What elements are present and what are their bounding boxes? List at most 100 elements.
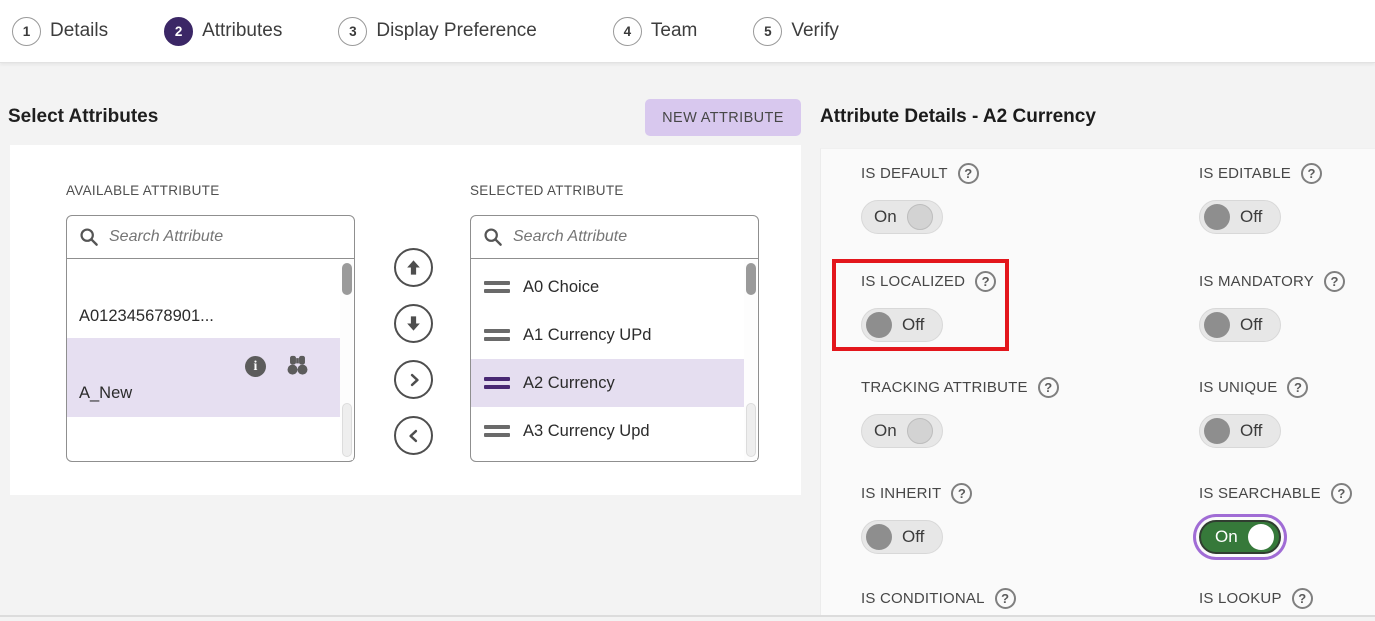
field-label: IS INHERIT bbox=[861, 485, 941, 502]
help-icon[interactable]: ? bbox=[1324, 271, 1345, 292]
field-is-mandatory: IS MANDATORY ? Off bbox=[1199, 271, 1345, 342]
attribute-picker-card: AVAILABLE ATTRIBUTE A012345678901... i bbox=[10, 145, 801, 495]
toggle-knob bbox=[907, 204, 933, 230]
field-label: IS SEARCHABLE bbox=[1199, 485, 1321, 502]
move-up-button[interactable] bbox=[394, 248, 433, 287]
selected-attribute-listbox: A0 Choice A1 Currency UPd A2 Currency A3… bbox=[470, 215, 759, 462]
toggle-is-default[interactable]: On bbox=[861, 200, 943, 234]
step-attributes[interactable]: 2 Attributes bbox=[164, 17, 282, 46]
field-label: IS LOOKUP bbox=[1199, 590, 1282, 607]
scrollbar-thumb[interactable] bbox=[342, 263, 352, 295]
field-label: IS DEFAULT bbox=[861, 165, 948, 182]
list-item[interactable]: A012345678901... bbox=[67, 295, 340, 338]
help-icon[interactable]: ? bbox=[958, 163, 979, 184]
step-label: Attributes bbox=[202, 20, 282, 42]
toggle-knob bbox=[907, 418, 933, 444]
list-item-label: A2 Currency bbox=[523, 374, 615, 393]
arrow-up-icon bbox=[404, 258, 423, 277]
help-icon[interactable]: ? bbox=[1331, 483, 1352, 504]
available-search-input[interactable] bbox=[109, 228, 342, 246]
toggle-state-label: Off bbox=[902, 527, 924, 547]
field-is-unique: IS UNIQUE ? Off bbox=[1199, 377, 1308, 448]
toggle-tracking-attribute[interactable]: On bbox=[861, 414, 943, 448]
info-icon[interactable]: i bbox=[245, 356, 266, 377]
chevron-left-icon bbox=[405, 427, 423, 445]
scrollbar-track[interactable] bbox=[744, 260, 757, 460]
help-icon[interactable]: ? bbox=[995, 588, 1016, 609]
toggle-knob bbox=[1204, 418, 1230, 444]
field-is-editable: IS EDITABLE ? Off bbox=[1199, 163, 1322, 234]
toggle-knob bbox=[1204, 312, 1230, 338]
chevron-right-icon bbox=[405, 371, 423, 389]
move-down-button[interactable] bbox=[394, 304, 433, 343]
step-number: 1 bbox=[12, 17, 41, 46]
drag-handle-icon[interactable] bbox=[484, 329, 510, 341]
field-is-lookup: IS LOOKUP ? bbox=[1199, 588, 1313, 609]
binoculars-icon[interactable] bbox=[286, 355, 309, 381]
scrollbar-thumb-light[interactable] bbox=[342, 403, 352, 457]
step-label: Display Preference bbox=[376, 20, 537, 42]
help-icon[interactable]: ? bbox=[1038, 377, 1059, 398]
drag-handle-icon[interactable] bbox=[484, 281, 510, 293]
step-team[interactable]: 4 Team bbox=[613, 17, 697, 46]
selected-search-row bbox=[471, 216, 758, 259]
toggle-is-inherit[interactable]: Off bbox=[861, 520, 943, 554]
new-attribute-button[interactable]: NEW ATTRIBUTE bbox=[645, 99, 801, 136]
wizard-stepper: 1 Details 2 Attributes 3 Display Prefere… bbox=[0, 0, 1375, 63]
toggle-knob bbox=[866, 524, 892, 550]
section-title-select-attributes: Select Attributes bbox=[8, 106, 158, 128]
toggle-state-label: Off bbox=[1240, 207, 1262, 227]
scrollbar-thumb[interactable] bbox=[746, 263, 756, 295]
bottom-divider bbox=[0, 615, 1375, 617]
step-details[interactable]: 1 Details bbox=[12, 17, 108, 46]
field-tracking-attribute: TRACKING ATTRIBUTE ? On bbox=[861, 377, 1059, 448]
toggle-is-searchable[interactable]: On bbox=[1199, 520, 1281, 554]
field-label: TRACKING ATTRIBUTE bbox=[861, 379, 1028, 396]
toggle-state-label: On bbox=[874, 207, 897, 227]
drag-handle-icon[interactable] bbox=[484, 377, 510, 389]
toggle-is-localized[interactable]: Off bbox=[861, 308, 943, 342]
toggle-is-mandatory[interactable]: Off bbox=[1199, 308, 1281, 342]
move-right-button[interactable] bbox=[394, 360, 433, 399]
help-icon[interactable]: ? bbox=[1301, 163, 1322, 184]
step-number: 4 bbox=[613, 17, 642, 46]
help-icon[interactable]: ? bbox=[951, 483, 972, 504]
drag-handle-icon[interactable] bbox=[484, 425, 510, 437]
scrollbar-thumb-light[interactable] bbox=[746, 403, 756, 457]
list-item[interactable]: A3 Currency Upd bbox=[471, 407, 744, 455]
field-label: IS MANDATORY bbox=[1199, 273, 1314, 290]
toggle-is-editable[interactable]: Off bbox=[1199, 200, 1281, 234]
field-label: IS EDITABLE bbox=[1199, 165, 1291, 182]
step-number: 3 bbox=[338, 17, 367, 46]
list-item[interactable]: A0 Choice bbox=[471, 263, 744, 311]
scrollbar-track[interactable] bbox=[340, 260, 353, 460]
field-is-conditional: IS CONDITIONAL ? bbox=[861, 588, 1016, 609]
attribute-details-title: Attribute Details - A2 Currency bbox=[820, 106, 1096, 128]
move-left-button[interactable] bbox=[394, 416, 433, 455]
help-icon[interactable]: ? bbox=[1292, 588, 1313, 609]
step-label: Team bbox=[651, 20, 697, 42]
field-label: IS CONDITIONAL bbox=[861, 590, 985, 607]
toggle-knob bbox=[1204, 204, 1230, 230]
step-number: 2 bbox=[164, 17, 193, 46]
list-item-selected[interactable]: A2 Currency bbox=[471, 359, 744, 407]
step-number: 5 bbox=[753, 17, 782, 46]
help-icon[interactable]: ? bbox=[1287, 377, 1308, 398]
toggle-is-unique[interactable]: Off bbox=[1199, 414, 1281, 448]
list-item-label: A_New bbox=[79, 384, 132, 403]
step-label: Details bbox=[50, 20, 108, 42]
selected-search-input[interactable] bbox=[513, 228, 746, 246]
list-item-selected[interactable]: i A_New bbox=[67, 338, 341, 417]
help-icon[interactable]: ? bbox=[975, 271, 996, 292]
available-search-row bbox=[67, 216, 354, 259]
field-is-searchable: IS SEARCHABLE ? On bbox=[1199, 483, 1352, 554]
available-attribute-label: AVAILABLE ATTRIBUTE bbox=[66, 183, 220, 198]
search-icon bbox=[483, 227, 503, 247]
available-attribute-list: A012345678901... i A_New bbox=[67, 259, 354, 461]
field-is-default: IS DEFAULT ? On bbox=[861, 163, 979, 234]
step-display-preference[interactable]: 3 Display Preference bbox=[338, 17, 537, 46]
attribute-details-panel: IS DEFAULT ? On IS EDITABLE ? Off IS LOC… bbox=[820, 148, 1375, 615]
list-item[interactable]: A1 Currency UPd bbox=[471, 311, 744, 359]
step-verify[interactable]: 5 Verify bbox=[753, 17, 839, 46]
list-item-label: A3 Currency Upd bbox=[523, 422, 650, 441]
